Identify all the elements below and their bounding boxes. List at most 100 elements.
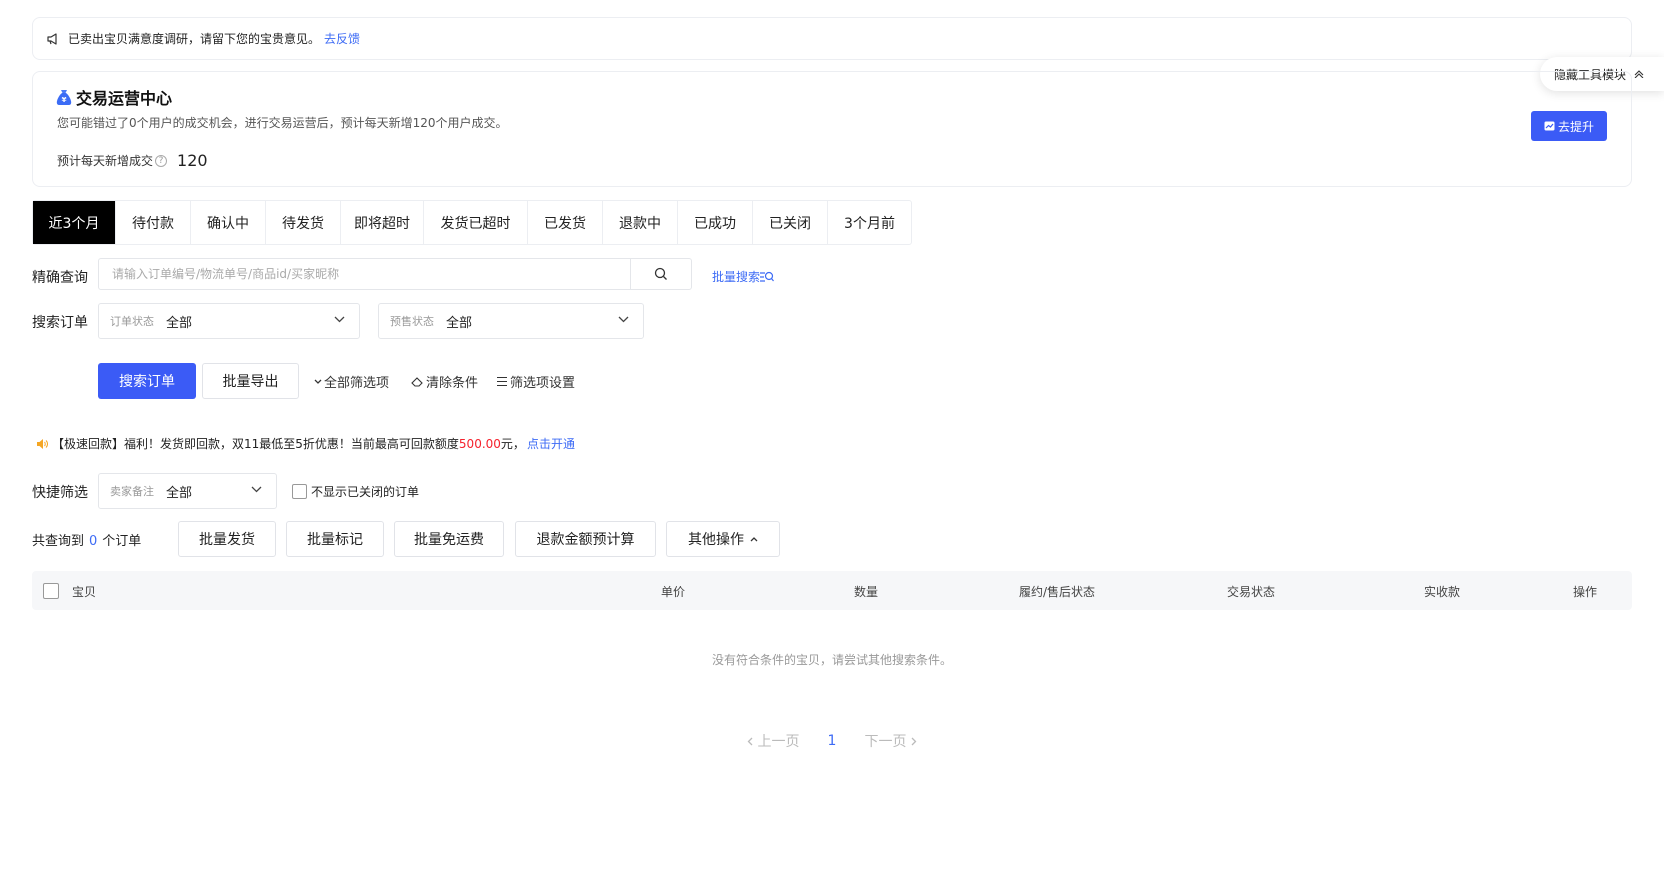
next-page-label: 下一页	[864, 734, 907, 750]
chart-icon	[1544, 121, 1555, 131]
presale-status-label: 预售状态	[390, 315, 434, 328]
presale-status-select[interactable]: 预售状态 全部	[378, 303, 644, 339]
total-suffix: 个订单	[102, 534, 142, 549]
total-count: 0	[89, 534, 98, 549]
next-page-button[interactable]: 下一页	[864, 731, 917, 751]
tab-older-than-3-months[interactable]: 3个月前	[828, 201, 911, 244]
hide-closed-checkbox[interactable]	[292, 484, 307, 499]
hide-closed-orders-toggle[interactable]: 不显示已关闭的订单	[292, 483, 419, 500]
seller-note-value: 全部	[166, 485, 193, 501]
activate-link[interactable]: 点击开通	[527, 435, 575, 452]
metric-label: 预计每天新增成交	[57, 154, 154, 168]
trade-center-desc: 您可能错过了0个用户的成交机会，进行交易运营后，预计每天新增120个用户成交。	[57, 116, 508, 130]
order-total: 共查询到 0 个订单	[32, 530, 141, 549]
notice-text: 已卖出宝贝满意度调研，请留下您的宝贵意见。	[68, 32, 321, 46]
page-number-current[interactable]: 1	[828, 733, 837, 749]
chevron-down-icon	[334, 316, 345, 323]
tab-confirming[interactable]: 确认中	[191, 201, 266, 244]
survey-notice: 已卖出宝贝满意度调研，请留下您的宝贵意见。 去反馈	[32, 17, 1632, 60]
tab-shipment-overdue[interactable]: 发货已超时	[424, 201, 528, 244]
chevron-down-icon	[618, 316, 629, 323]
tab-about-to-timeout[interactable]: 即将超时	[341, 201, 424, 244]
chevron-down-icon	[251, 486, 262, 493]
precise-search-label: 精确查询	[32, 270, 88, 286]
all-filters-label: 全部筛选项	[324, 376, 390, 391]
tab-closed[interactable]: 已关闭	[753, 201, 828, 244]
search-icon	[654, 267, 667, 280]
refund-precalc-button[interactable]: 退款金额预计算	[515, 521, 656, 557]
chevron-up-icon	[1634, 70, 1644, 78]
presale-status-value: 全部	[446, 315, 473, 331]
precise-search-input[interactable]	[99, 259, 630, 289]
eraser-icon	[411, 376, 424, 388]
clear-conditions-button[interactable]: 清除条件	[411, 372, 478, 391]
tab-refunding[interactable]: 退款中	[603, 201, 678, 244]
precise-search-box	[98, 258, 692, 290]
total-prefix: 共查询到	[32, 534, 85, 549]
col-fulfillment-status: 履约/售后状态	[1019, 585, 1096, 599]
select-all-checkbox[interactable]	[43, 583, 59, 599]
search-button[interactable]	[630, 259, 691, 289]
col-item: 宝贝	[72, 585, 97, 599]
pagination: 上一页 1 下一页	[0, 731, 1664, 751]
tab-succeeded[interactable]: 已成功	[678, 201, 753, 244]
promo-text: 【极速回款】福利！发货即回款，双11最低至5折优惠！当前最高可回款额度	[52, 437, 459, 451]
search-orders-button[interactable]: 搜索订单	[98, 363, 196, 399]
order-status-tabs: 近3个月 待付款 确认中 待发货 即将超时 发货已超时 已发货 退款中 已成功 …	[32, 200, 912, 245]
seller-note-select[interactable]: 卖家备注 全部	[98, 473, 277, 509]
batch-export-button[interactable]: 批量导出	[202, 363, 299, 399]
batch-search-label: 批量搜索	[712, 270, 761, 284]
speaker-icon	[36, 438, 48, 450]
megaphone-icon	[46, 32, 60, 46]
trade-operation-center: ¥ 交易运营中心 您可能错过了0个用户的成交机会，进行交易运营后，预计每天新增1…	[32, 71, 1632, 187]
chevron-right-icon	[911, 737, 917, 745]
col-received-amount: 实收款	[1424, 585, 1461, 599]
seller-note-label: 卖家备注	[110, 485, 154, 498]
filter-settings-button[interactable]: 筛选项设置	[496, 372, 575, 391]
batch-ship-button[interactable]: 批量发货	[178, 521, 276, 557]
orders-table-header: 宝贝 单价 数量 履约/售后状态 交易状态 实收款 操作	[32, 571, 1632, 610]
chevron-down-icon	[314, 379, 322, 385]
all-filters-button[interactable]: 全部筛选项	[314, 372, 389, 391]
money-bag-icon: ¥	[56, 89, 72, 106]
more-actions-button[interactable]: 其他操作	[666, 521, 780, 557]
order-status-label: 订单状态	[110, 315, 154, 328]
fast-payment-promo: 【极速回款】福利！发货即回款，双11最低至5折优惠！当前最高可回款额度 500.…	[36, 435, 575, 452]
empty-state-text: 没有符合条件的宝贝，请尝试其他搜索条件。	[711, 653, 952, 667]
col-unit-price: 单价	[661, 585, 686, 599]
batch-search-link[interactable]: 批量搜索	[712, 268, 774, 285]
prev-page-label: 上一页	[757, 734, 800, 750]
promo-suffix: 元，	[500, 437, 525, 451]
col-trade-status: 交易状态	[1227, 585, 1276, 599]
list-search-icon	[760, 271, 774, 282]
order-status-value: 全部	[166, 315, 193, 331]
clear-conditions-label: 清除条件	[426, 376, 479, 391]
quick-filter-label: 快捷筛选	[32, 485, 88, 501]
col-quantity: 数量	[854, 585, 879, 599]
tab-pending-shipment[interactable]: 待发货	[266, 201, 341, 244]
batch-free-shipping-button[interactable]: 批量免运费	[394, 521, 504, 557]
tab-recent-3-months[interactable]: 近3个月	[33, 201, 116, 244]
feedback-link[interactable]: 去反馈	[324, 30, 360, 47]
chevron-left-icon	[747, 737, 752, 745]
tab-pending-payment[interactable]: 待付款	[116, 201, 191, 244]
daily-deal-metric: 预计每天新增成交 ? 120	[57, 151, 208, 170]
search-order-label: 搜索订单	[32, 315, 88, 331]
order-status-select[interactable]: 订单状态 全部	[98, 303, 360, 339]
chevron-up-icon	[750, 537, 758, 542]
hide-closed-label: 不显示已关闭的订单	[311, 485, 420, 499]
col-operations: 操作	[1573, 585, 1598, 599]
prev-page-button[interactable]: 上一页	[747, 731, 800, 751]
svg-text:¥: ¥	[62, 96, 67, 104]
help-icon[interactable]: ?	[155, 154, 168, 167]
trade-center-title-row: ¥ 交易运营中心	[56, 85, 172, 109]
metric-value: 120	[177, 151, 208, 170]
batch-mark-button[interactable]: 批量标记	[286, 521, 384, 557]
more-actions-label: 其他操作	[688, 532, 744, 548]
menu-lines-icon	[496, 376, 508, 387]
trade-center-title: 交易运营中心	[76, 89, 173, 108]
tab-shipped[interactable]: 已发货	[528, 201, 603, 244]
filter-settings-label: 筛选项设置	[510, 376, 576, 391]
promo-amount: 500.00	[458, 436, 501, 451]
upgrade-button[interactable]: 去提升	[1531, 111, 1607, 141]
